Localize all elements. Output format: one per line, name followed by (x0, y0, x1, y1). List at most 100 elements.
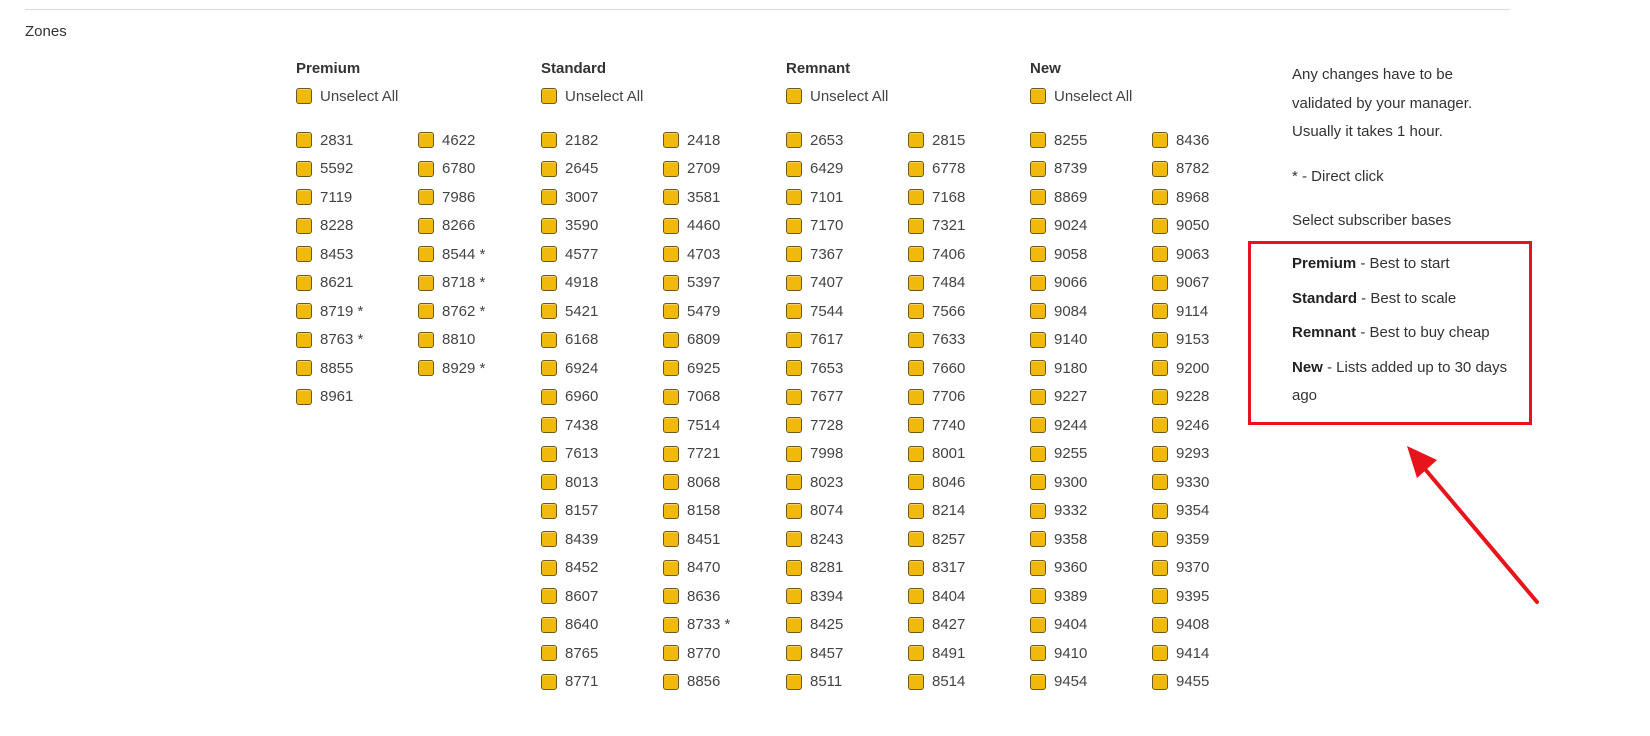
checkbox[interactable] (908, 502, 924, 519)
checkbox[interactable] (296, 217, 312, 234)
checkbox[interactable] (908, 588, 924, 604)
checkbox[interactable] (908, 160, 924, 177)
zone-checkbox-item[interactable]: 7998 (786, 444, 908, 464)
checkbox[interactable] (541, 616, 557, 633)
checkbox[interactable] (296, 388, 312, 405)
zone-checkbox-item[interactable]: 8228 (296, 216, 418, 236)
checkbox[interactable] (908, 388, 924, 405)
zone-checkbox-item[interactable]: 7617 (786, 330, 908, 350)
checkbox[interactable] (786, 274, 802, 291)
checkbox[interactable] (663, 189, 679, 205)
checkbox[interactable] (541, 588, 557, 604)
checkbox[interactable] (786, 445, 802, 462)
zone-checkbox-item[interactable]: 7633 (908, 330, 1030, 350)
checkbox[interactable] (908, 189, 924, 205)
checkbox[interactable] (541, 445, 557, 462)
checkbox[interactable] (908, 246, 924, 262)
zone-checkbox-item[interactable]: 8855 (296, 358, 418, 378)
zone-checkbox-item[interactable]: 9410 (1030, 643, 1152, 663)
zone-checkbox-item[interactable]: 7728 (786, 415, 908, 435)
zone-checkbox-item[interactable]: 8451 (663, 529, 785, 549)
zone-checkbox-item[interactable]: 8214 (908, 501, 1030, 521)
checkbox[interactable] (663, 474, 679, 490)
zone-checkbox-item[interactable]: 8968 (1152, 187, 1274, 207)
zone-checkbox-item[interactable]: 6924 (541, 358, 663, 378)
checkbox[interactable] (296, 274, 312, 291)
checkbox[interactable] (786, 160, 802, 177)
checkbox[interactable] (541, 360, 557, 376)
checkbox[interactable] (663, 217, 679, 234)
checkbox[interactable] (296, 331, 312, 348)
checkbox[interactable] (1152, 445, 1168, 462)
checkbox[interactable] (1152, 160, 1168, 177)
zone-checkbox-item[interactable]: 2653 (786, 130, 908, 150)
checkbox[interactable] (541, 217, 557, 234)
checkbox[interactable] (786, 559, 802, 576)
checkbox[interactable] (541, 559, 557, 576)
checkbox[interactable] (1152, 588, 1168, 604)
zone-checkbox-item[interactable]: 7367 (786, 244, 908, 264)
checkbox[interactable] (1030, 417, 1046, 433)
zone-checkbox-item[interactable]: 8718 * (418, 273, 540, 293)
checkbox[interactable] (1030, 331, 1046, 348)
zone-checkbox-item[interactable]: 9293 (1152, 444, 1274, 464)
zone-checkbox-item[interactable]: 9332 (1030, 501, 1152, 521)
checkbox[interactable] (786, 588, 802, 604)
checkbox[interactable] (663, 645, 679, 661)
checkbox[interactable] (1030, 303, 1046, 319)
zone-checkbox-item[interactable]: 9024 (1030, 216, 1152, 236)
zone-checkbox-item[interactable]: 7660 (908, 358, 1030, 378)
zone-checkbox-item[interactable]: 7119 (296, 187, 418, 207)
zone-checkbox-item[interactable]: 7168 (908, 187, 1030, 207)
checkbox[interactable] (541, 673, 557, 690)
zone-checkbox-item[interactable]: 8453 (296, 244, 418, 264)
zone-checkbox-item[interactable]: 4622 (418, 130, 540, 150)
zone-checkbox-item[interactable]: 8425 (786, 615, 908, 635)
checkbox[interactable] (1030, 360, 1046, 376)
zone-checkbox-item[interactable]: 7321 (908, 216, 1030, 236)
zone-checkbox-item[interactable]: 2709 (663, 159, 785, 179)
checkbox[interactable] (786, 88, 802, 104)
checkbox[interactable] (296, 189, 312, 205)
zone-checkbox-item[interactable]: 3590 (541, 216, 663, 236)
zone-checkbox-item[interactable]: 9066 (1030, 273, 1152, 293)
checkbox[interactable] (786, 132, 802, 148)
zone-checkbox-item[interactable]: 7653 (786, 358, 908, 378)
checkbox[interactable] (1030, 559, 1046, 576)
checkbox[interactable] (908, 274, 924, 291)
zone-checkbox-item[interactable]: 8470 (663, 558, 785, 578)
checkbox[interactable] (1152, 360, 1168, 376)
checkbox[interactable] (1152, 531, 1168, 547)
zone-checkbox-item[interactable]: 6168 (541, 330, 663, 350)
zone-checkbox-item[interactable]: 5397 (663, 273, 785, 293)
zone-checkbox-item[interactable]: 7544 (786, 301, 908, 321)
checkbox[interactable] (663, 417, 679, 433)
checkbox[interactable] (663, 331, 679, 348)
checkbox[interactable] (663, 160, 679, 177)
zone-checkbox-item[interactable]: 2815 (908, 130, 1030, 150)
checkbox[interactable] (1030, 132, 1046, 148)
checkbox[interactable] (418, 246, 434, 262)
zone-checkbox-item[interactable]: 9389 (1030, 586, 1152, 606)
zone-checkbox-item[interactable]: 9359 (1152, 529, 1274, 549)
zone-checkbox-item[interactable]: 7986 (418, 187, 540, 207)
zone-checkbox-item[interactable]: 8961 (296, 387, 418, 407)
zone-checkbox-item[interactable]: 8257 (908, 529, 1030, 549)
checkbox[interactable] (418, 360, 434, 376)
checkbox[interactable] (663, 616, 679, 633)
checkbox[interactable] (1030, 445, 1046, 462)
checkbox[interactable] (296, 360, 312, 376)
zone-checkbox-item[interactable]: 8770 (663, 643, 785, 663)
checkbox[interactable] (541, 189, 557, 205)
zone-checkbox-item[interactable]: 8491 (908, 643, 1030, 663)
checkbox[interactable] (1030, 474, 1046, 490)
checkbox[interactable] (1030, 673, 1046, 690)
zone-checkbox-item[interactable]: 6809 (663, 330, 785, 350)
zone-checkbox-item[interactable]: 9255 (1030, 444, 1152, 464)
zone-checkbox-item[interactable]: 8404 (908, 586, 1030, 606)
zone-checkbox-item[interactable]: 8763 * (296, 330, 418, 350)
zone-checkbox-item[interactable]: 8544 * (418, 244, 540, 264)
zone-checkbox-item[interactable]: 9140 (1030, 330, 1152, 350)
checkbox[interactable] (1030, 588, 1046, 604)
zone-checkbox-item[interactable]: 7706 (908, 387, 1030, 407)
